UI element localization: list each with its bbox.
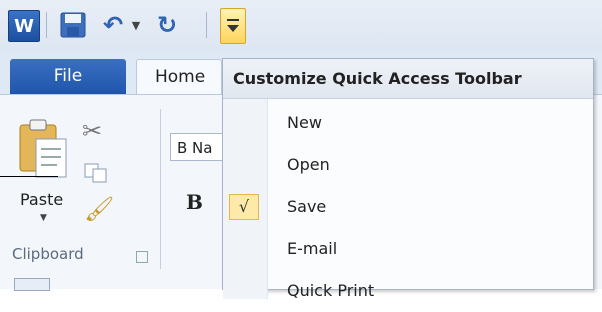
chevron-down-icon — [227, 25, 239, 32]
checkmark-icon: √ — [229, 194, 259, 220]
menu-item-label: Open — [287, 155, 330, 174]
paste-button-label[interactable]: Paste — [20, 190, 63, 209]
word-app-icon[interactable]: W — [8, 10, 40, 42]
customize-toolbar-button[interactable] — [220, 8, 246, 44]
menu-title: Customize Quick Access Toolbar — [223, 59, 593, 99]
tab-home[interactable]: Home — [136, 59, 222, 94]
paste-icon[interactable] — [14, 117, 70, 181]
menu-item-save[interactable]: √ Save — [223, 186, 593, 228]
menu-item-new[interactable]: New — [223, 102, 593, 144]
menu-item-label: E-mail — [287, 239, 338, 258]
format-painter-icon[interactable]: 🖌 — [84, 195, 114, 223]
tab-file[interactable]: File — [10, 59, 126, 94]
menu-item-open[interactable]: Open — [223, 144, 593, 186]
menu-item-label: New — [287, 113, 322, 132]
menu-item-email[interactable]: E-mail — [223, 228, 593, 270]
undo-dropdown-icon[interactable]: ▼ — [128, 10, 144, 40]
status-bar-button[interactable] — [14, 278, 50, 291]
redo-icon[interactable]: ↻ — [152, 10, 182, 40]
quick-access-toolbar: W ↶ ▼ ↻ — [0, 0, 602, 52]
toolbar-separator — [206, 12, 207, 38]
group-divider — [160, 109, 161, 269]
customize-qat-menu: Customize Quick Access Toolbar New Open … — [222, 58, 594, 300]
toolbar-separator — [46, 12, 47, 38]
divider-line — [0, 176, 58, 177]
save-icon[interactable] — [58, 10, 88, 40]
paste-dropdown-icon[interactable]: ▼ — [40, 213, 47, 223]
font-name-input[interactable]: B Na — [170, 133, 228, 161]
menu-item-label: Quick Print — [287, 281, 375, 300]
copy-icon[interactable] — [84, 163, 108, 183]
menu-item-label: Save — [287, 197, 327, 216]
bar-icon — [227, 19, 239, 21]
cut-icon[interactable]: ✂ — [82, 117, 102, 145]
menu-item-quick-print[interactable]: Quick Print — [223, 270, 593, 312]
undo-icon[interactable]: ↶ — [98, 10, 128, 40]
clipboard-group-label: Clipboard — [12, 245, 84, 263]
dialog-launcher-icon[interactable] — [136, 251, 148, 263]
bold-button[interactable]: B — [186, 190, 203, 214]
